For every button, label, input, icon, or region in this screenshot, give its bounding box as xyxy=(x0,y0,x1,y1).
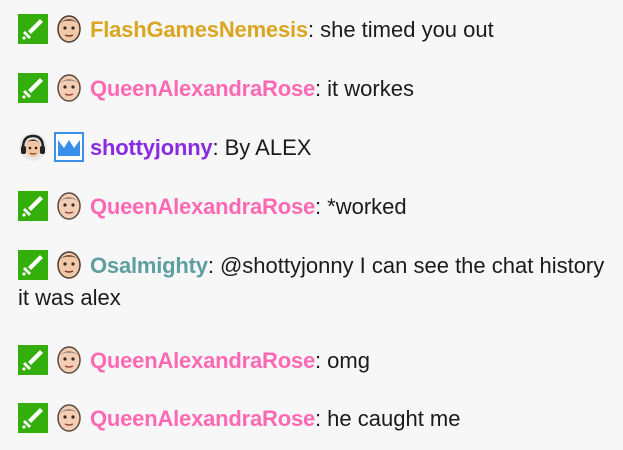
moderator-sword-icon[interactable] xyxy=(18,250,48,280)
moderator-sword-icon[interactable] xyxy=(18,345,48,375)
crown-icon[interactable] xyxy=(54,132,84,162)
chat-message: QueenAlexandraRose: he caught me xyxy=(18,403,608,435)
chat-text: By ALEX xyxy=(224,135,312,160)
chat-message: QueenAlexandraRose: *worked xyxy=(18,191,608,223)
chat-text: he caught me xyxy=(327,406,461,431)
separator: : xyxy=(315,76,322,101)
chat-message: shottyjonny: By ALEX xyxy=(18,132,608,164)
chat-username[interactable]: QueenAlexandraRose xyxy=(90,76,315,101)
face-avatar-icon[interactable] xyxy=(54,73,84,103)
chat-log: FlashGamesNemesis: she timed you out Quee… xyxy=(0,0,623,450)
chat-username[interactable]: shottyjonny xyxy=(90,135,213,160)
moderator-sword-icon[interactable] xyxy=(18,403,48,433)
face-avatar-icon[interactable] xyxy=(54,14,84,44)
chat-username[interactable]: Osalmighty xyxy=(90,253,208,278)
chat-message: FlashGamesNemesis: she timed you out xyxy=(18,14,608,46)
chat-message: QueenAlexandraRose: omg xyxy=(18,345,608,377)
chat-text: it workes xyxy=(327,76,414,101)
chat-text: *worked xyxy=(327,194,407,219)
chat-text: omg xyxy=(327,348,370,373)
chat-username[interactable]: QueenAlexandraRose xyxy=(90,406,315,431)
chat-username[interactable]: FlashGamesNemesis xyxy=(90,17,308,42)
separator: : xyxy=(207,253,214,278)
moderator-sword-icon[interactable] xyxy=(18,14,48,44)
face-avatar-icon[interactable] xyxy=(54,345,84,375)
chat-username[interactable]: QueenAlexandraRose xyxy=(90,348,315,373)
chat-message: QueenAlexandraRose: it workes xyxy=(18,73,608,105)
face-avatar-icon[interactable] xyxy=(54,191,84,221)
moderator-sword-icon[interactable] xyxy=(18,191,48,221)
chat-username[interactable]: QueenAlexandraRose xyxy=(90,194,315,219)
chat-message: Osalmighty: @shottyjonny I can see the ch… xyxy=(18,250,608,314)
face-avatar-icon[interactable] xyxy=(54,250,84,280)
separator: : xyxy=(315,194,322,219)
headset-avatar-icon[interactable] xyxy=(18,132,48,162)
separator: : xyxy=(307,17,315,42)
separator: : xyxy=(315,406,322,431)
moderator-sword-icon[interactable] xyxy=(18,73,48,103)
chat-text: she timed you out xyxy=(320,17,494,42)
separator: : xyxy=(315,348,322,373)
face-avatar-icon[interactable] xyxy=(54,403,84,433)
separator: : xyxy=(212,135,219,160)
